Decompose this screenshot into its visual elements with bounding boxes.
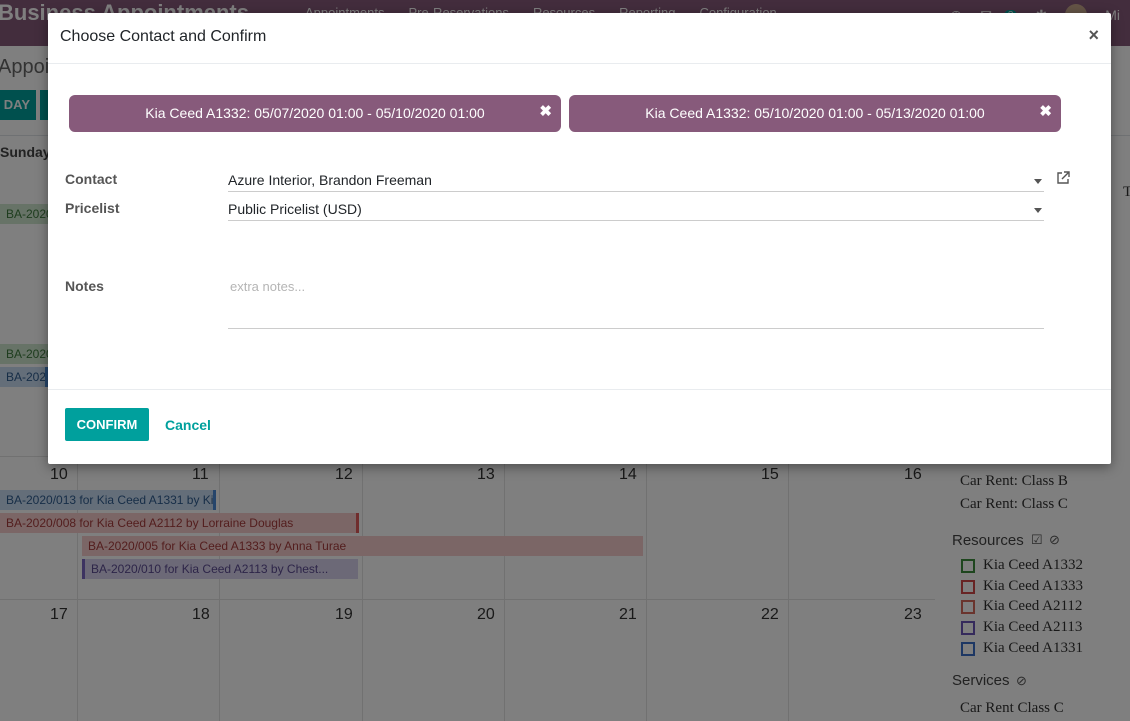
external-link-icon[interactable]	[1056, 171, 1070, 185]
pricelist-label: Pricelist	[65, 200, 120, 216]
notes-input[interactable]	[228, 277, 1044, 329]
pricelist-field[interactable]: Public Pricelist (USD)	[228, 200, 1044, 221]
dialog-title: Choose Contact and Confirm	[60, 28, 267, 45]
contact-value[interactable]: Azure Interior, Brandon Freeman	[228, 172, 432, 188]
contact-field[interactable]: Azure Interior, Brandon Freeman	[228, 171, 1044, 192]
confirm-dialog: Choose Contact and Confirm × Kia Ceed A1…	[48, 13, 1111, 464]
remove-slot-icon[interactable]: ✖	[1039, 93, 1052, 130]
close-icon[interactable]: ×	[1088, 25, 1099, 46]
pricelist-value[interactable]: Public Pricelist (USD)	[228, 201, 362, 217]
remove-slot-icon[interactable]: ✖	[539, 93, 552, 130]
chevron-down-icon[interactable]	[1034, 208, 1042, 213]
slot-tag: Kia Ceed A1332: 05/07/2020 01:00 - 05/10…	[69, 95, 561, 132]
slot-tag: Kia Ceed A1332: 05/10/2020 01:00 - 05/13…	[569, 95, 1061, 132]
slot-tag-label: Kia Ceed A1332: 05/10/2020 01:00 - 05/13…	[645, 105, 985, 121]
dialog-header: Choose Contact and Confirm ×	[48, 13, 1111, 64]
chevron-down-icon[interactable]	[1034, 179, 1042, 184]
slot-tag-label: Kia Ceed A1332: 05/07/2020 01:00 - 05/10…	[145, 105, 485, 121]
contact-label: Contact	[65, 171, 118, 187]
confirm-button[interactable]: CONFIRM	[65, 408, 149, 441]
cancel-button[interactable]: Cancel	[165, 417, 211, 433]
dialog-footer: CONFIRM Cancel	[48, 389, 1111, 464]
notes-label: Notes	[65, 278, 104, 294]
